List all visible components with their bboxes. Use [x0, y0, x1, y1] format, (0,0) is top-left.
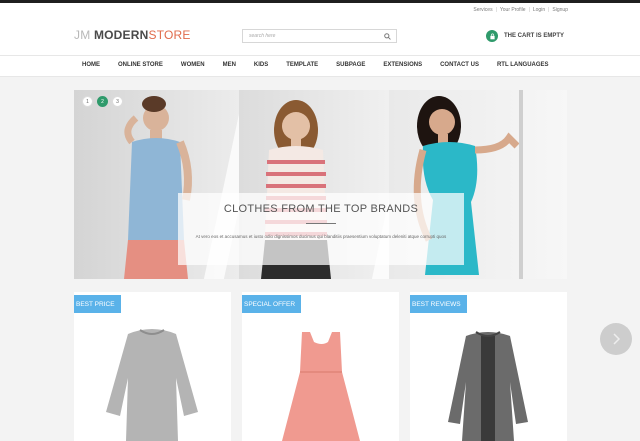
chevron-right-icon [613, 333, 621, 345]
nav-item-kids[interactable]: KIDS [245, 62, 277, 68]
top-link-services[interactable]: Services [473, 7, 492, 13]
site-logo[interactable]: JM MODERNSTORE [74, 28, 191, 42]
nav-item-template[interactable]: TEMPLATE [277, 62, 327, 68]
caption-divider [306, 223, 336, 224]
nav-item-women[interactable]: WOMEN [172, 62, 214, 68]
slider-dot-2[interactable]: 2 [97, 96, 108, 107]
product-image-grey-dress [448, 331, 528, 441]
card-badge: BEST PRICE [74, 295, 121, 313]
separator: | [548, 7, 550, 13]
slide-caption: CLOTHES FROM THE TOP BRANDS At vero eos … [178, 193, 464, 265]
product-card[interactable]: BEST PRICE [74, 292, 231, 441]
slide-caption-text: At vero eos et accusamus et iusto odio d… [195, 234, 447, 239]
product-card[interactable]: SPECIAL OFFER [242, 292, 399, 441]
slide-caption-title: CLOTHES FROM THE TOP BRANDS [223, 203, 419, 215]
separator: | [495, 7, 497, 13]
cart-icon [486, 30, 498, 42]
nav-item-contact-us[interactable]: CONTACT US [431, 62, 488, 68]
nav-item-men[interactable]: MEN [214, 62, 245, 68]
separator: | [528, 7, 530, 13]
product-card[interactable]: BEST REVIEWS [410, 292, 567, 441]
nav-item-subpage[interactable]: SUBPAGE [327, 62, 374, 68]
slider-pagination: 1 2 3 [82, 96, 123, 107]
card-badge: SPECIAL OFFER [242, 295, 302, 313]
next-arrow-button[interactable] [600, 323, 632, 355]
nav-item-online-store[interactable]: ONLINE STORE [109, 62, 172, 68]
logo-modern: MODERN [93, 28, 149, 42]
slider-dot-1[interactable]: 1 [82, 96, 93, 107]
product-image-sweater-dress [106, 329, 198, 441]
nav-item-rtl-languages[interactable]: RTL LANGUAGES [488, 62, 558, 68]
top-link-profile[interactable]: Your Profile [500, 7, 526, 13]
logo-prefix: JM [74, 28, 91, 42]
top-link-login[interactable]: Login [533, 7, 545, 13]
logo-store: STORE [148, 28, 191, 42]
search-box[interactable]: search here [242, 29, 397, 43]
nav-item-extensions[interactable]: EXTENSIONS [374, 62, 431, 68]
cart-status[interactable]: THE CART IS EMPTY [486, 30, 564, 42]
search-icon[interactable] [384, 33, 391, 40]
top-link-signup[interactable]: Signup [552, 7, 568, 13]
search-placeholder: search here [249, 33, 276, 39]
cart-label: THE CART IS EMPTY [504, 33, 565, 39]
product-image-pink-dress [282, 332, 360, 441]
site-header: Services | Your Profile | Login | Signup… [0, 3, 640, 55]
card-badge: BEST REVIEWS [410, 295, 467, 313]
slider-dot-3[interactable]: 3 [112, 96, 123, 107]
top-links: Services | Your Profile | Login | Signup [473, 7, 568, 13]
hero-slider[interactable]: 1 2 3 CLOTHES FROM THE TOP BRANDS At ver… [74, 90, 567, 279]
main-nav: HOME ONLINE STORE WOMEN MEN KIDS TEMPLAT… [0, 55, 640, 77]
nav-item-home[interactable]: HOME [74, 62, 109, 68]
